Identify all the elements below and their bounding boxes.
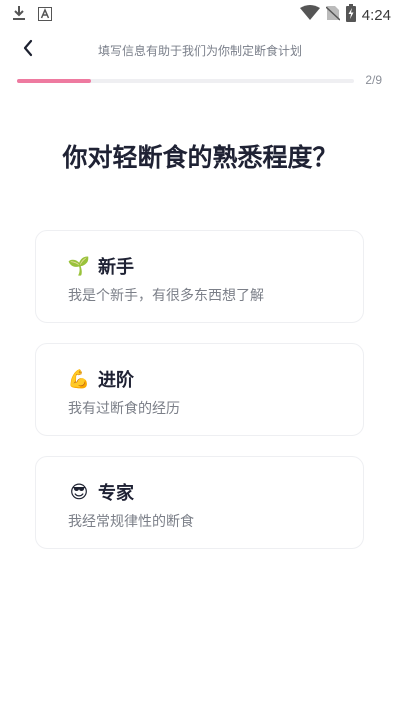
option-intermediate[interactable]: 💪 进阶 我有过断食的经历 — [35, 343, 364, 436]
option-beginner[interactable]: 🌱 新手 我是个新手，有很多东西想了解 — [35, 230, 364, 323]
option-desc: 我有过断食的经历 — [68, 401, 180, 417]
sunglasses-face-icon: 😎 — [69, 481, 89, 503]
header: 填写信息有助于我们为你制定断食计划 — [0, 36, 400, 66]
flexed-arm-icon: 💪 — [67, 368, 91, 390]
option-title: 专家 — [98, 483, 134, 504]
option-title: 进阶 — [98, 370, 134, 391]
progress-label: 2/9 — [365, 73, 382, 87]
battery-charging-icon — [345, 4, 356, 26]
font-a-icon — [38, 6, 52, 25]
progress-bar — [17, 79, 354, 83]
question-title: 你对轻断食的熟悉程度？ — [62, 143, 338, 172]
progress-fill — [17, 79, 92, 83]
status-bar: 4:24 — [0, 0, 400, 28]
option-title: 新手 — [98, 257, 134, 278]
option-desc: 我是个新手，有很多东西想了解 — [68, 288, 264, 304]
no-sim-icon — [325, 5, 341, 25]
header-title: 填写信息有助于我们为你制定断食计划 — [97, 44, 302, 58]
status-time: 4:24 — [361, 6, 391, 24]
download-icon — [12, 5, 26, 25]
seedling-icon: 🌱 — [67, 255, 91, 277]
option-expert[interactable]: 😎 专家 我经常规律性的断食 — [35, 456, 364, 549]
option-desc: 我经常规律性的断食 — [68, 514, 194, 530]
wifi-icon — [299, 5, 320, 25]
